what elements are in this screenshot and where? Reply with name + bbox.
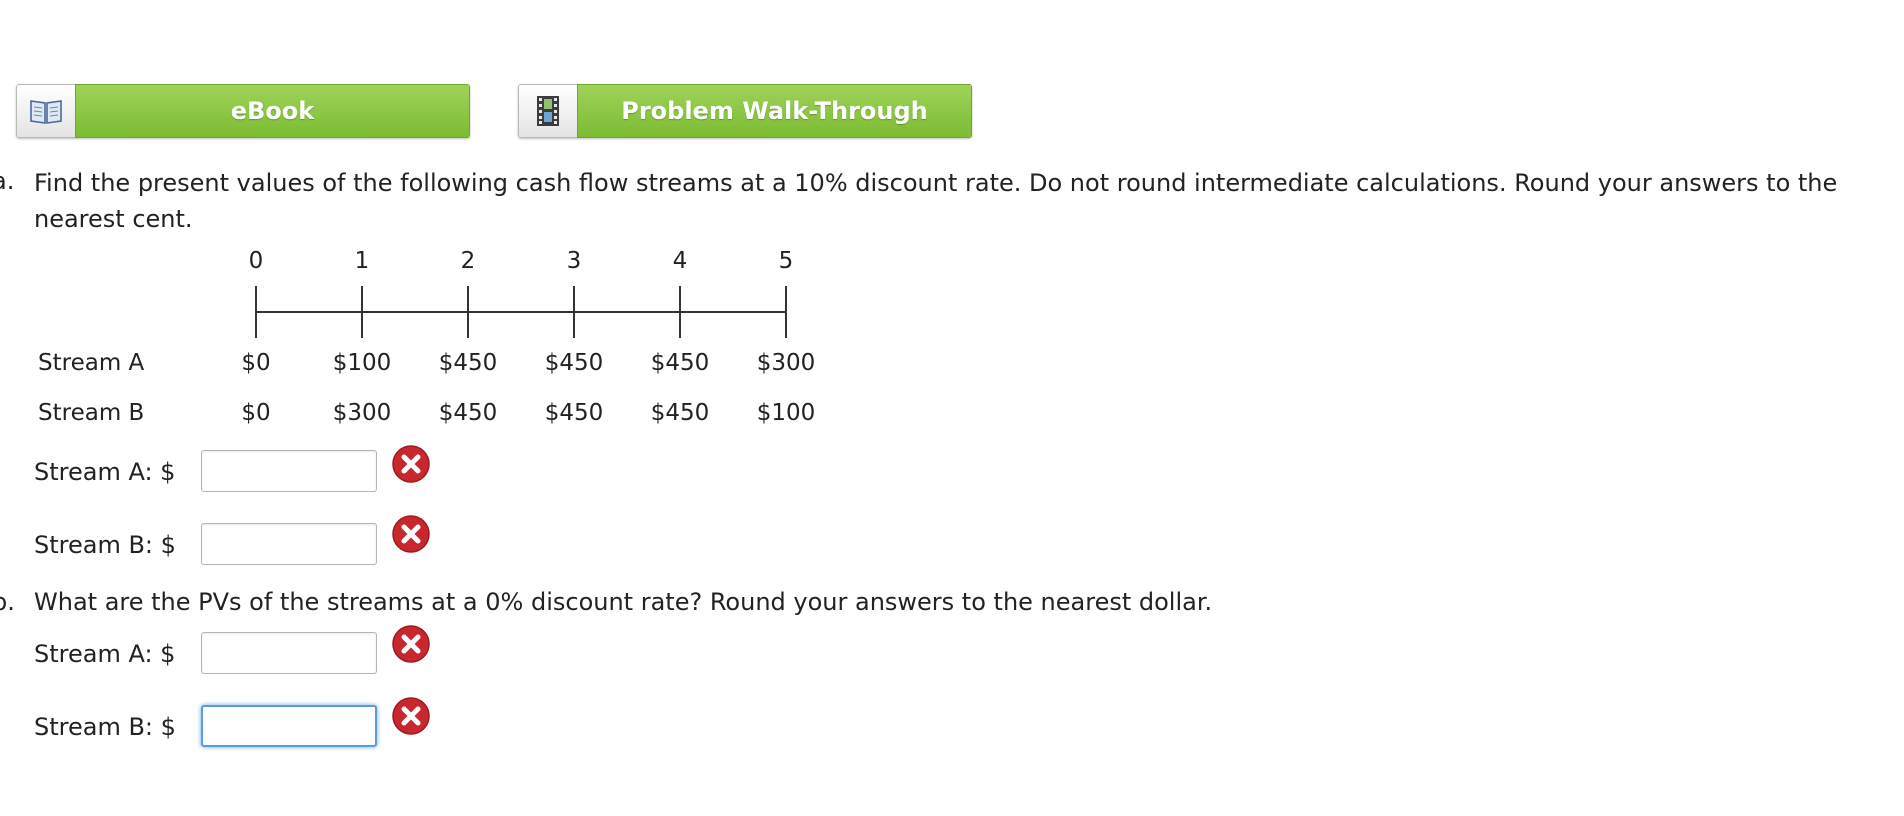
- error-x-icon: [392, 625, 430, 663]
- part-b-stream-b-input[interactable]: [201, 705, 377, 747]
- part-b-stream-a-label: Stream A: $: [34, 640, 176, 668]
- period-number: 2: [460, 248, 476, 274]
- cash-flow-value: $450: [650, 350, 710, 376]
- cash-flow-value: $100: [332, 350, 392, 376]
- problem-walkthrough-button[interactable]: Problem Walk-Through: [518, 84, 972, 138]
- error-x-icon: [392, 445, 430, 483]
- cash-flow-value: $450: [544, 400, 604, 426]
- period-number: 3: [566, 248, 582, 274]
- film-icon: [518, 84, 577, 138]
- part-b-letter: b.: [0, 588, 15, 616]
- ebook-button-label: eBook: [75, 84, 470, 138]
- error-x-icon: [392, 697, 430, 735]
- ebook-button[interactable]: eBook: [16, 84, 470, 138]
- cash-flow-value: $0: [241, 400, 271, 426]
- question-page: eBook Problem Walk-Through a. Find: [0, 0, 1904, 816]
- part-a-letter: a.: [0, 167, 15, 195]
- book-icon: [16, 84, 75, 138]
- period-number: 4: [672, 248, 688, 274]
- error-x-icon: [392, 515, 430, 553]
- timeline-line: [255, 286, 787, 338]
- part-a-question-line2: nearest cent.: [34, 205, 193, 233]
- part-b-stream-b-label: Stream B: $: [34, 713, 176, 741]
- part-a-stream-b-input[interactable]: [201, 523, 377, 565]
- period-number: 5: [778, 248, 794, 274]
- stream-b-row-label: Stream B: [38, 400, 145, 426]
- walkthrough-button-label: Problem Walk-Through: [577, 84, 972, 138]
- part-a-stream-a-input[interactable]: [201, 450, 377, 492]
- cash-flow-value: $450: [438, 400, 498, 426]
- period-number: 0: [248, 248, 264, 274]
- part-b-stream-a-input[interactable]: [201, 632, 377, 674]
- cash-flow-value: $100: [756, 400, 816, 426]
- cash-flow-value: $450: [650, 400, 710, 426]
- cash-flow-value: $0: [241, 350, 271, 376]
- part-a-stream-b-label: Stream B: $: [34, 531, 176, 559]
- cash-flow-value: $300: [756, 350, 816, 376]
- stream-a-row-label: Stream A: [38, 350, 145, 376]
- part-a-question-line1: Find the present values of the following…: [34, 169, 1838, 197]
- cash-flow-value: $300: [332, 400, 392, 426]
- part-b-question: What are the PVs of the streams at a 0% …: [34, 588, 1213, 616]
- cash-flow-value: $450: [544, 350, 604, 376]
- part-a-stream-a-label: Stream A: $: [34, 458, 176, 486]
- cash-flow-value: $450: [438, 350, 498, 376]
- period-number: 1: [354, 248, 370, 274]
